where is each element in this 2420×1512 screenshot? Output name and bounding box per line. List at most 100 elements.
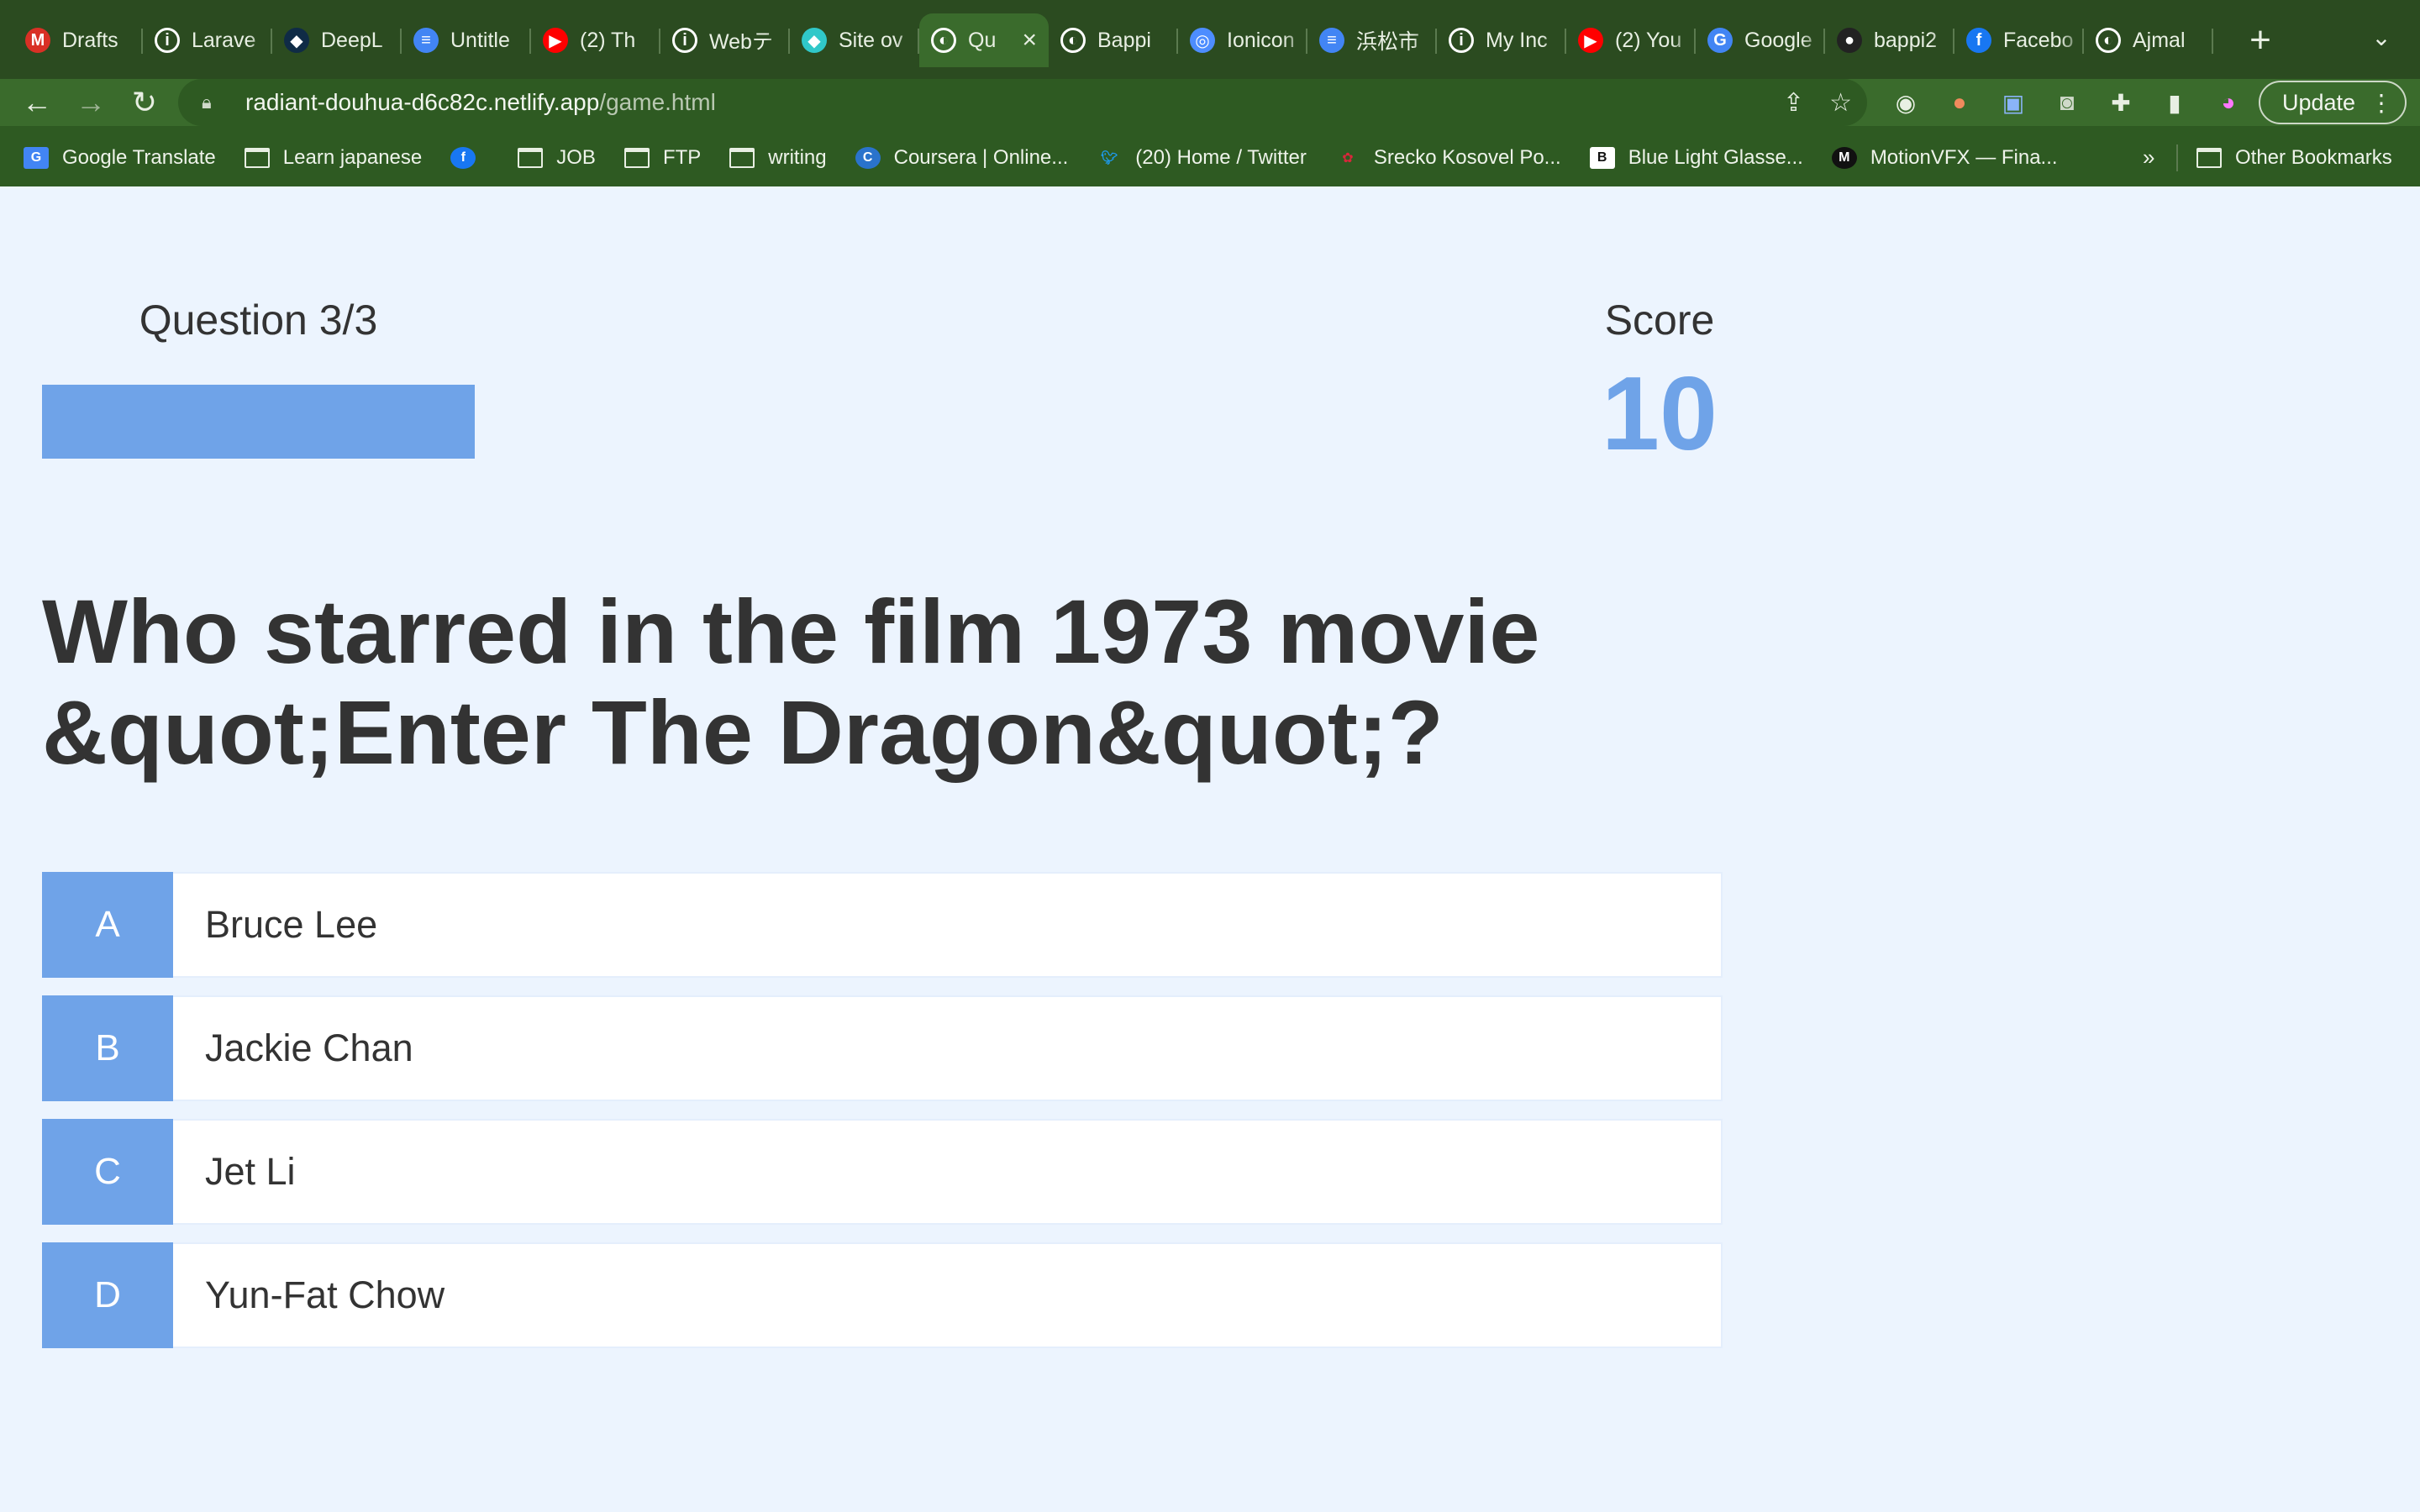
choice-a[interactable]: A Bruce Lee xyxy=(42,872,1723,978)
github-icon: ● xyxy=(1837,28,1862,53)
camera-icon[interactable]: ◙ xyxy=(2049,79,2086,126)
extension-icon[interactable]: ● xyxy=(1941,79,1978,126)
menu-dots-icon[interactable]: ⋮ xyxy=(2370,89,2393,117)
address-bar[interactable]: 🔒︎ radiant-douhua-d6c82c.netlify.app/gam… xyxy=(178,79,1867,126)
folder-icon xyxy=(244,148,270,168)
globe-icon: ◐ xyxy=(2096,28,2121,53)
bookmark-label: (20) Home / Twitter xyxy=(1135,146,1307,169)
deepl-icon: ◆ xyxy=(284,28,309,53)
update-button[interactable]: Update ⋮ xyxy=(2259,81,2407,124)
bookmark-2[interactable]: f xyxy=(450,147,489,169)
other-bookmarks[interactable]: Other Bookmarks xyxy=(2196,134,2392,181)
tab-title: DeepL xyxy=(321,28,383,52)
bookmark-1[interactable]: Learn japanese xyxy=(244,146,423,170)
question-counter: Question 3/3 xyxy=(139,297,378,344)
folder-icon xyxy=(729,148,755,168)
bookmark-label: JOB xyxy=(556,146,596,169)
tab-0[interactable]: M Drafts xyxy=(13,13,143,67)
bookmark-5[interactable]: writing xyxy=(729,146,827,170)
choice-d[interactable]: D Yun-Fat Chow xyxy=(42,1242,1723,1348)
eye-extension-icon[interactable]: ◉ xyxy=(1887,79,1924,126)
tab-13[interactable]: G Google xyxy=(1696,13,1825,67)
bookmarks-overflow-chevron-icon[interactable]: » xyxy=(2143,144,2154,171)
reload-icon[interactable]: ↻ xyxy=(121,79,168,126)
side-panel-icon[interactable]: ▮ xyxy=(2156,79,2193,126)
tab-title: Google xyxy=(1744,28,1812,52)
tab-6[interactable]: ◆ Site ov xyxy=(790,13,919,67)
tab-strip: M Drafts i Larave ◆ DeepL ≡ Untitle ▶ (2) Th i Webテ… xyxy=(0,0,2420,79)
profile-avatar[interactable]: ◕ xyxy=(2210,79,2247,126)
tab-title: Ajmal xyxy=(2133,28,2186,52)
bookmarks-separator xyxy=(2176,144,2178,171)
facebook-icon: f xyxy=(450,147,476,169)
bookmark-label: Srecko Kosovel Po... xyxy=(1373,146,1561,169)
tab-12[interactable]: ▶ (2) You xyxy=(1566,13,1696,67)
choice-b[interactable]: B Jackie Chan xyxy=(42,995,1723,1101)
game-page: Question 3/3 Score 10 Who starred in the… xyxy=(0,186,2420,1512)
bookmark-10[interactable]: M MotionVFX — Fina... xyxy=(1831,146,2058,170)
bookmark-7[interactable]: 🐦︎ (20) Home / Twitter xyxy=(1097,146,1307,170)
tab-4[interactable]: ▶ (2) Th xyxy=(531,13,660,67)
info-icon: i xyxy=(1449,28,1474,53)
docs-icon: ≡ xyxy=(1319,28,1344,53)
tab-title: (2) Th xyxy=(580,28,636,52)
bookmark-6[interactable]: C Coursera | Online... xyxy=(855,146,1068,170)
tab-title: 浜松市 xyxy=(1356,30,1420,54)
tab-title: Webテ xyxy=(709,30,773,54)
tab-15[interactable]: f Facebo xyxy=(1954,13,2084,67)
google-translate-icon: G xyxy=(24,147,49,169)
tab-3[interactable]: ≡ Untitle xyxy=(402,13,531,67)
choice-prefix: D xyxy=(42,1242,173,1348)
progress-bar xyxy=(42,385,475,459)
bookmark-4[interactable]: FTP xyxy=(623,146,702,170)
folder-icon xyxy=(2196,148,2222,168)
back-arrow-icon[interactable]: ← xyxy=(13,79,60,126)
question-text: Who starred in the film 1973 movie &quot… xyxy=(42,580,1540,783)
tab-2[interactable]: ◆ DeepL xyxy=(272,13,402,67)
forward-arrow-icon[interactable]: → xyxy=(67,79,114,126)
choice-c[interactable]: C Jet Li xyxy=(42,1119,1723,1225)
bookmark-9[interactable]: B Blue Light Glasse... xyxy=(1589,146,1803,170)
docs-icon: ≡ xyxy=(413,28,439,53)
tab-14[interactable]: ● bappi2 xyxy=(1825,13,1954,67)
tab-11[interactable]: i My Inc xyxy=(1437,13,1566,67)
google-translate-extension-icon[interactable]: ▣ xyxy=(1995,79,2032,126)
tab-8[interactable]: ◐ Bappi xyxy=(1049,13,1178,67)
ionicons-icon: ◎ xyxy=(1190,28,1215,53)
tab-7[interactable]: ◐ Qu × xyxy=(919,13,1049,67)
tab-9[interactable]: ◎ Ionicon xyxy=(1178,13,1307,67)
bookmark-label: Learn japanese xyxy=(282,146,423,169)
choice-text: Jackie Chan xyxy=(205,1026,413,1069)
tab-title: Qu xyxy=(968,28,997,52)
choice-prefix: A xyxy=(42,872,173,978)
bookmark-star-icon[interactable]: ☆ xyxy=(1829,88,1852,118)
tab-title: Bappi xyxy=(1097,28,1151,52)
twitter-icon: 🐦︎ xyxy=(1101,151,1118,165)
choice-text: Bruce Lee xyxy=(205,903,378,946)
tab-title: Ionicon xyxy=(1227,28,1295,52)
tab-title: bappi2 xyxy=(1874,28,1938,52)
puzzle-extensions-icon[interactable]: ✚ xyxy=(2102,79,2139,126)
bookmark-label: FTP xyxy=(662,146,702,169)
info-icon: i xyxy=(672,28,697,53)
new-tab-button[interactable]: + xyxy=(2235,15,2286,66)
share-icon[interactable]: ⇪ xyxy=(1783,88,1804,118)
tab-5[interactable]: i Webテ xyxy=(660,13,790,67)
facebook-icon: f xyxy=(1966,28,1991,53)
bookmark-3[interactable]: JOB xyxy=(518,146,596,170)
tab-16[interactable]: ◐ Ajmal xyxy=(2084,13,2213,67)
other-bookmarks-label: Other Bookmarks xyxy=(2235,146,2392,169)
bookmarks-bar: G Google Translate Learn japanese f JOB FTP wr… xyxy=(0,134,2420,181)
tab-title: (2) You xyxy=(1615,28,1682,52)
folder-icon xyxy=(623,148,650,168)
tab-1[interactable]: i Larave xyxy=(143,13,272,67)
coursera-icon: C xyxy=(855,147,881,169)
close-tab-icon[interactable]: × xyxy=(1022,26,1037,55)
tab-10[interactable]: ≡ 浜松市 xyxy=(1307,13,1437,67)
tab-title: Untitle xyxy=(450,28,510,52)
tab-search-chevron-icon[interactable]: ⌄ xyxy=(2365,24,2398,57)
tab-title: Larave xyxy=(192,28,256,52)
bookmark-0[interactable]: G Google Translate xyxy=(24,146,216,170)
bookmark-8[interactable]: ✿ Srecko Kosovel Po... xyxy=(1335,146,1561,170)
url-path: /game.html xyxy=(599,89,716,115)
